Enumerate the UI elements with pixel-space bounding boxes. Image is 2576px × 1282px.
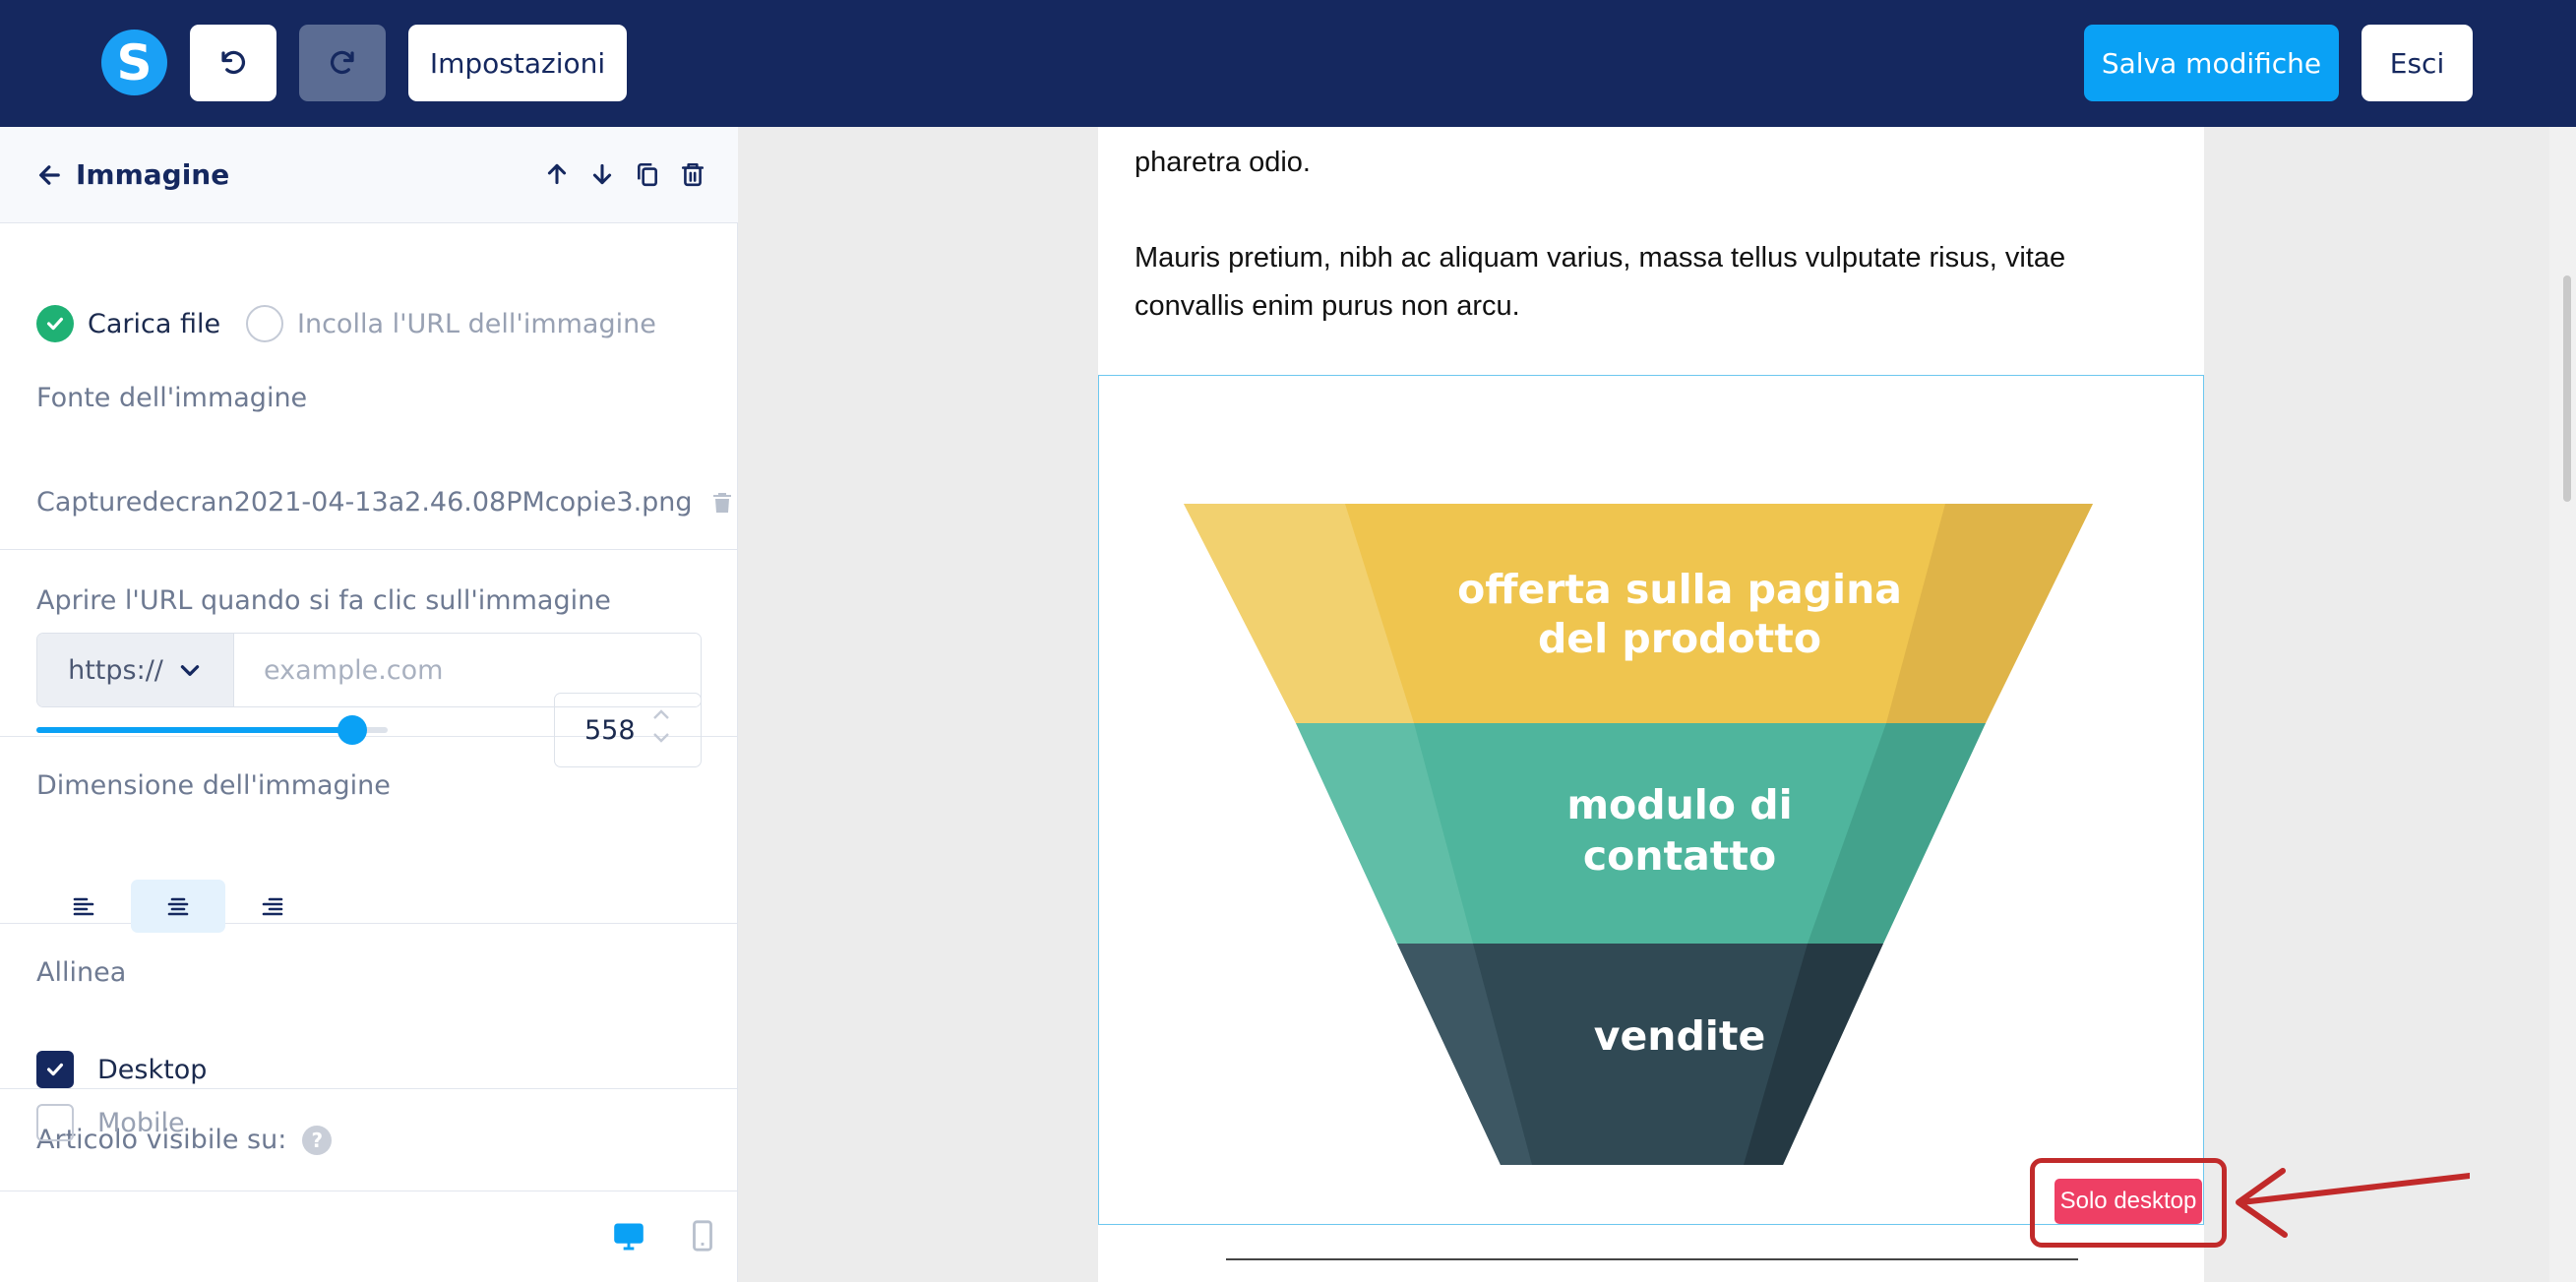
align-center-icon <box>167 897 189 916</box>
copy-icon <box>638 162 657 187</box>
align-right-button[interactable] <box>225 880 320 933</box>
trash-icon[interactable] <box>710 489 734 517</box>
duplicate-button[interactable] <box>632 156 663 192</box>
align-right-icon <box>262 897 283 916</box>
annotation-arrow <box>2236 1168 2470 1238</box>
selected-image-block[interactable]: offerta sulla pagina del prodotto modulo… <box>1098 375 2204 1225</box>
uploaded-file: Capturedecran2021-04-13a2.46.08PMcopie3.… <box>36 487 734 518</box>
radio-empty-icon <box>246 305 283 342</box>
mobile-icon[interactable] <box>691 1219 714 1252</box>
checkbox-mobile[interactable]: Mobile <box>36 1104 185 1141</box>
size-slider-fill <box>36 727 353 733</box>
radio-paste-url-label: Incolla l'URL dell'immagine <box>297 308 656 339</box>
desktop-icon[interactable] <box>612 1221 645 1252</box>
move-up-button[interactable] <box>541 156 573 192</box>
element-actions <box>541 156 708 192</box>
align-left-icon <box>73 897 94 916</box>
redo-icon <box>330 50 354 75</box>
delete-button[interactable] <box>677 156 708 192</box>
move-down-button[interactable] <box>586 156 618 192</box>
checkbox-checked-icon <box>36 1051 74 1088</box>
size-stepper[interactable] <box>651 707 671 745</box>
trash-icon <box>681 162 705 187</box>
settings-button[interactable]: Impostazioni <box>408 25 627 101</box>
checkbox-desktop-label: Desktop <box>97 1054 208 1085</box>
chevron-down-icon[interactable] <box>651 731 671 745</box>
radio-paste-url[interactable]: Incolla l'URL dell'immagine <box>246 305 656 342</box>
funnel-top-label-1: offerta sulla pagina <box>1457 566 1902 613</box>
protocol-value: https:// <box>68 654 163 686</box>
clipped-text-line <box>1135 111 2168 133</box>
protocol-select[interactable]: https:// <box>37 634 234 706</box>
properties-sidebar: Immagine Fonte dell'immagine Carica file… <box>0 127 738 1282</box>
checkbox-mobile-label: Mobile <box>97 1107 185 1138</box>
size-label: Dimensione dell'immagine <box>36 770 391 801</box>
radio-upload[interactable]: Carica file <box>36 305 220 342</box>
canvas-divider <box>1226 1258 2078 1260</box>
uploaded-filename: Capturedecran2021-04-13a2.46.08PMcopie3.… <box>36 487 693 518</box>
align-left-button[interactable] <box>36 880 131 933</box>
arrow-left-icon <box>39 164 60 185</box>
annotation-highlight-box <box>2030 1158 2227 1248</box>
checkbox-empty-icon <box>36 1104 74 1141</box>
link-label: Aprire l'URL quando si fa clic sull'imma… <box>36 585 611 616</box>
email-canvas: pharetra odio. Mauris pretium, nibh ac a… <box>1098 127 2204 1282</box>
funnel-bottom-label: vendite <box>1594 1012 1766 1060</box>
paragraph-2[interactable]: Mauris pretium, nibh ac aliquam varius, … <box>1135 234 2168 331</box>
canvas-scrollbar-thumb[interactable] <box>2563 275 2571 502</box>
sidebar-title: Immagine <box>76 158 230 191</box>
arrow-down-icon <box>592 163 612 185</box>
chevron-up-icon[interactable] <box>651 707 671 721</box>
device-preview-bar <box>0 1190 738 1282</box>
funnel-top-label-2: del prodotto <box>1538 615 1821 662</box>
chevron-down-icon <box>180 665 200 676</box>
help-icon[interactable]: ? <box>302 1125 333 1155</box>
align-label: Allinea <box>36 957 127 988</box>
save-changes-button[interactable]: Salva modifiche <box>2084 25 2339 101</box>
exit-button[interactable]: Esci <box>2361 25 2473 101</box>
undo-icon <box>221 50 246 75</box>
size-value: 558 <box>584 714 636 746</box>
arrow-up-icon <box>547 163 567 185</box>
sidebar-header: Immagine <box>0 127 738 223</box>
paragraph-1[interactable]: pharetra odio. <box>1135 139 2168 187</box>
funnel-mid-label-2: contatto <box>1583 832 1776 880</box>
funnel-mid-label-1: modulo di <box>1566 781 1792 828</box>
check-circle-icon <box>36 305 74 342</box>
top-bar: S Impostazioni Salva modifiche Esci <box>0 0 2576 127</box>
radio-upload-label: Carica file <box>88 308 221 339</box>
checkbox-desktop[interactable]: Desktop <box>36 1051 207 1088</box>
app-logo: S <box>101 30 167 95</box>
size-input[interactable]: 558 <box>554 693 702 767</box>
funnel-image: offerta sulla pagina del prodotto modulo… <box>1184 504 2093 1165</box>
redo-button[interactable] <box>299 25 386 101</box>
undo-button[interactable] <box>190 25 276 101</box>
size-slider[interactable] <box>36 715 388 745</box>
align-center-button[interactable] <box>131 880 225 933</box>
image-source-label: Fonte dell'immagine <box>36 383 308 413</box>
back-button[interactable]: Immagine <box>36 158 229 191</box>
